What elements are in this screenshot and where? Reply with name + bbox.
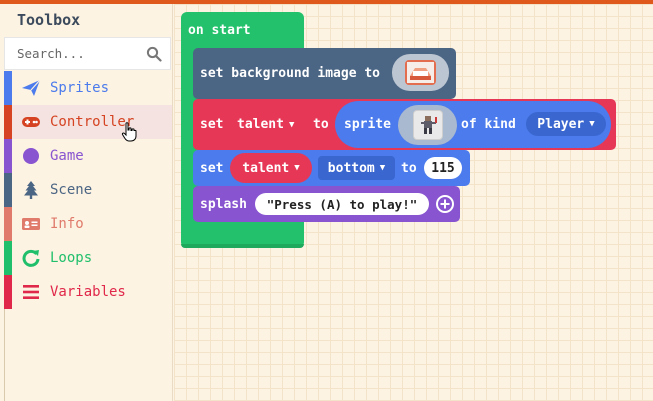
sprite-label: sprite [344, 117, 391, 132]
category-label-scene: Scene [50, 182, 93, 198]
dropdown-arrow-icon: ▼ [379, 163, 386, 173]
toolbox-title: Toolbox [17, 11, 81, 29]
search-icon[interactable] [146, 46, 162, 62]
background-image-thumb [405, 60, 436, 85]
set-property-set-label: set [200, 161, 224, 176]
category-label-game: Game [50, 148, 84, 164]
category-variables[interactable]: Variables [4, 275, 172, 309]
category-color-bar [4, 139, 12, 173]
set-sprite-set-label: set [200, 117, 224, 132]
dropdown-arrow-icon: ▼ [589, 119, 595, 129]
category-label-loops: Loops [50, 250, 93, 266]
set-background-label: set background image to [200, 66, 381, 81]
list-icon [23, 285, 39, 299]
category-label-sprites: Sprites [50, 80, 110, 96]
set-property-to-label: to [401, 161, 417, 176]
category-controller[interactable]: Controller [4, 105, 172, 142]
variable-name: talent [237, 117, 284, 132]
toolbox-panel: Toolbox Sprites Controller [0, 4, 173, 401]
dropdown-arrow-icon: ▼ [294, 163, 300, 173]
category-scene[interactable]: Scene [4, 173, 172, 207]
category-color-bar [4, 71, 12, 105]
sprite-variable-dropdown[interactable]: talent ▼ [230, 153, 312, 183]
on-start-bottom-edge [181, 244, 304, 248]
of-kind-label: of kind [461, 117, 516, 132]
sprite-image-thumb [413, 110, 443, 140]
category-color-bar [4, 275, 12, 309]
search-input[interactable] [5, 38, 145, 69]
category-sprites[interactable]: Sprites [4, 71, 172, 105]
category-loops[interactable]: Loops [4, 241, 172, 275]
category-info[interactable]: Info [4, 207, 172, 241]
category-label-variables: Variables [50, 284, 126, 300]
set-sprite-var-dropdown[interactable]: talent ▼ [237, 117, 294, 133]
category-color-bar [4, 207, 12, 241]
toolbox-divider [4, 309, 5, 401]
on-start-label: on start [188, 23, 251, 38]
set-sprite-to-label: to [313, 117, 329, 132]
kind-dropdown[interactable]: Player ▼ [526, 112, 606, 136]
number-input[interactable]: 115 [424, 157, 462, 179]
kind-value: Player [537, 116, 585, 132]
splash-label: splash [200, 197, 247, 212]
category-game[interactable]: Game [4, 139, 172, 173]
category-color-bar [4, 173, 12, 207]
search-box [4, 37, 171, 70]
image-thumbnail-icon [407, 62, 434, 83]
category-label-info: Info [50, 216, 84, 232]
property-name: bottom [327, 160, 375, 176]
gamepad-icon [22, 117, 40, 127]
circle-icon [23, 148, 39, 164]
loop-icon [22, 249, 40, 267]
tree-icon [24, 181, 38, 199]
category-color-bar [4, 241, 12, 275]
add-argument-icon[interactable] [435, 194, 455, 214]
paper-plane-icon [22, 79, 41, 96]
id-card-icon [22, 218, 40, 230]
dropdown-arrow-icon: ▼ [288, 120, 295, 130]
property-dropdown[interactable]: bottom ▼ [318, 156, 395, 180]
splash-text-input[interactable]: "Press (A) to play!" [255, 193, 429, 215]
category-color-bar [4, 105, 12, 139]
player-sprite-icon [421, 116, 437, 134]
variable-name: talent [242, 160, 290, 176]
